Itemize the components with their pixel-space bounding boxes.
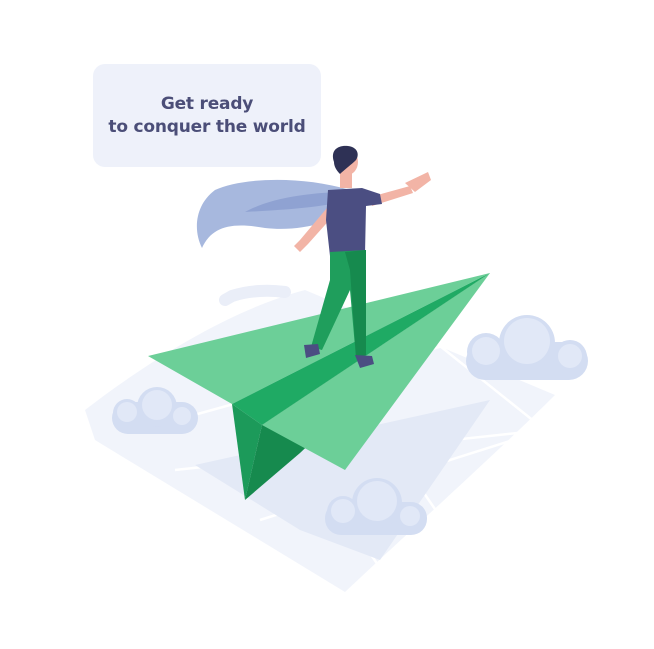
speech-bubble-line-1: Get ready [160,93,254,114]
speech-bubble: Get ready to conquer the world [93,64,321,167]
speech-bubble-line-2: to conquer the world [108,116,306,137]
